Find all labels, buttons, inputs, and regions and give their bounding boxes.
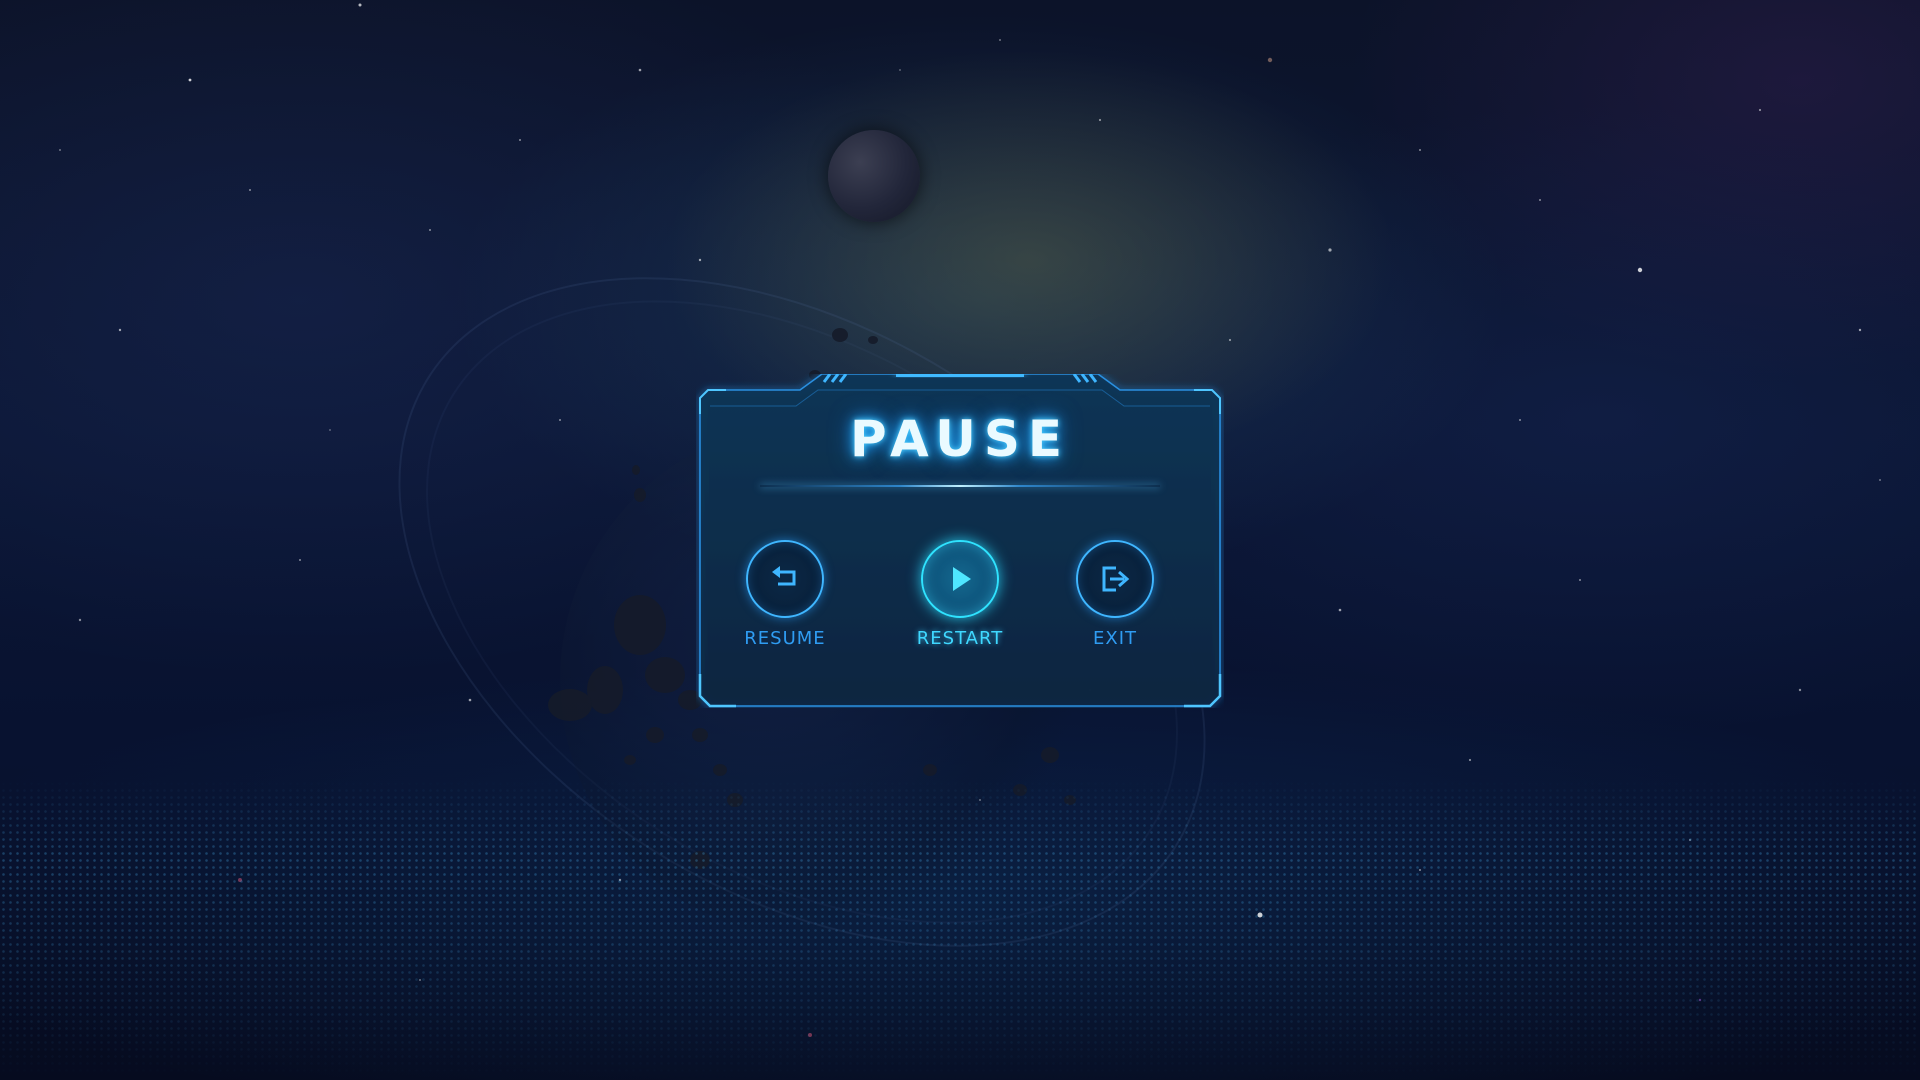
exit-button-circle[interactable] [1076,540,1154,618]
resume-label: RESUME [744,628,826,649]
exit-door-icon [1102,566,1130,592]
title-divider [760,485,1160,487]
exit-label: EXIT [1092,628,1137,649]
pause-title: PAUSE [850,410,1070,468]
restart-button[interactable]: RESTART [895,540,1025,670]
resume-arrow-icon [772,566,796,586]
play-icon [953,567,971,591]
game-pause-screen: PAUSE RESUME RESTART EXIT [0,0,1920,1080]
exit-button[interactable]: EXIT [1050,540,1180,670]
resume-button[interactable]: RESUME [720,540,850,670]
particle-wave-floor [0,780,1920,1080]
restart-label: RESTART [916,628,1004,649]
resume-button-circle[interactable] [746,540,824,618]
pause-panel: PAUSE RESUME RESTART EXIT [696,374,1224,708]
restart-button-circle[interactable] [921,540,999,618]
